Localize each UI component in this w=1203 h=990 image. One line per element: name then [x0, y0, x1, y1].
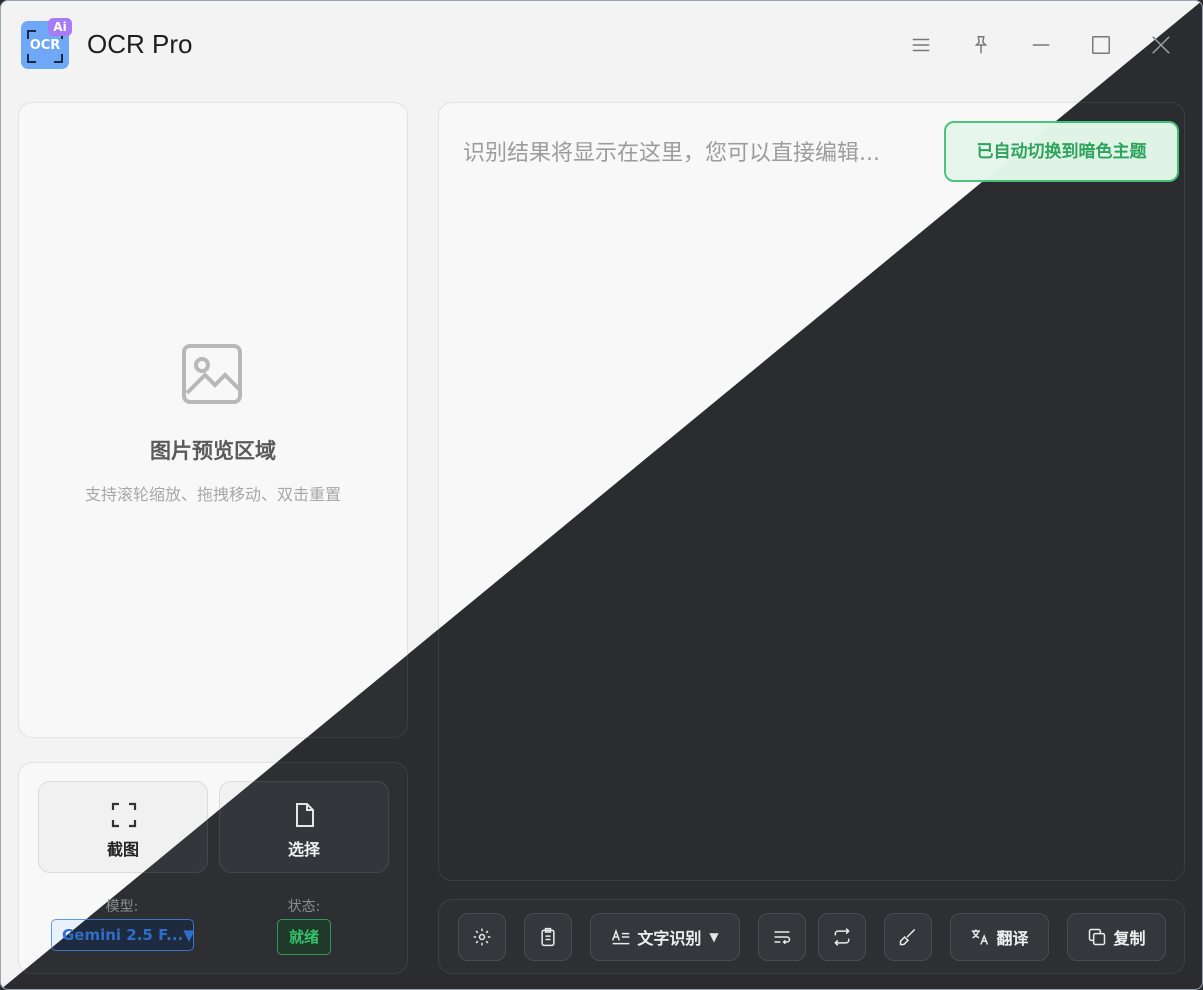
wrap-button[interactable] — [758, 913, 806, 961]
ai-badge: Ai — [48, 18, 72, 36]
copy-label: 复制 — [1113, 929, 1146, 948]
image-icon — [181, 343, 243, 405]
maximize-icon[interactable] — [1081, 25, 1121, 65]
titlebar: OCR Ai OCR Pro — [1, 1, 1202, 89]
settings-button[interactable] — [458, 913, 506, 961]
image-preview-panel[interactable]: 图片预览区域 支持滚轮缩放、拖拽移动、双击重置 — [18, 102, 408, 738]
logo-text: OCR — [29, 38, 61, 53]
clear-button[interactable] — [884, 913, 932, 961]
clipboard-button[interactable] — [524, 913, 572, 961]
chevron-down-icon: ▼ — [183, 926, 194, 944]
copy-icon — [1089, 928, 1106, 946]
chevron-down-icon: ▼ — [709, 930, 719, 944]
translate-label: 翻译 — [996, 929, 1029, 948]
status-label: 状态: — [287, 899, 321, 915]
status-badge: 就绪 — [277, 919, 331, 955]
ocr-mode-dropdown[interactable]: 文字识别 ▼ — [590, 913, 740, 961]
preview-hint: 支持滚轮缩放、拖拽移动、双击重置 — [84, 485, 341, 504]
preview-title: 图片预览区域 — [150, 439, 276, 463]
file-icon — [292, 802, 318, 828]
model-value: Gemini 2.5 F... — [62, 926, 184, 944]
swap-icon — [834, 928, 850, 946]
brush-icon — [899, 928, 916, 946]
pin-icon[interactable] — [961, 25, 1001, 65]
select-label: 选择 — [287, 840, 320, 859]
clipboard-icon — [541, 927, 555, 947]
capture-icon — [111, 802, 137, 828]
app-logo: OCR Ai — [21, 18, 72, 69]
translate-icon — [972, 929, 989, 945]
menu-icon[interactable] — [901, 25, 941, 65]
minimize-icon[interactable] — [1021, 25, 1061, 65]
swap-button[interactable] — [818, 913, 866, 961]
wrap-text-icon — [774, 931, 791, 945]
translate-button[interactable]: 翻译 — [950, 913, 1049, 961]
gear-icon — [473, 928, 491, 946]
select-file-button[interactable]: 选择 — [219, 781, 389, 873]
text-recognize-icon — [612, 928, 630, 945]
editor-placeholder: 识别结果将显示在这里，您可以直接编辑... — [463, 141, 880, 166]
app-title: OCR Pro — [87, 29, 193, 59]
copy-button[interactable]: 复制 — [1067, 913, 1166, 961]
ocr-label: 文字识别 — [637, 929, 702, 948]
